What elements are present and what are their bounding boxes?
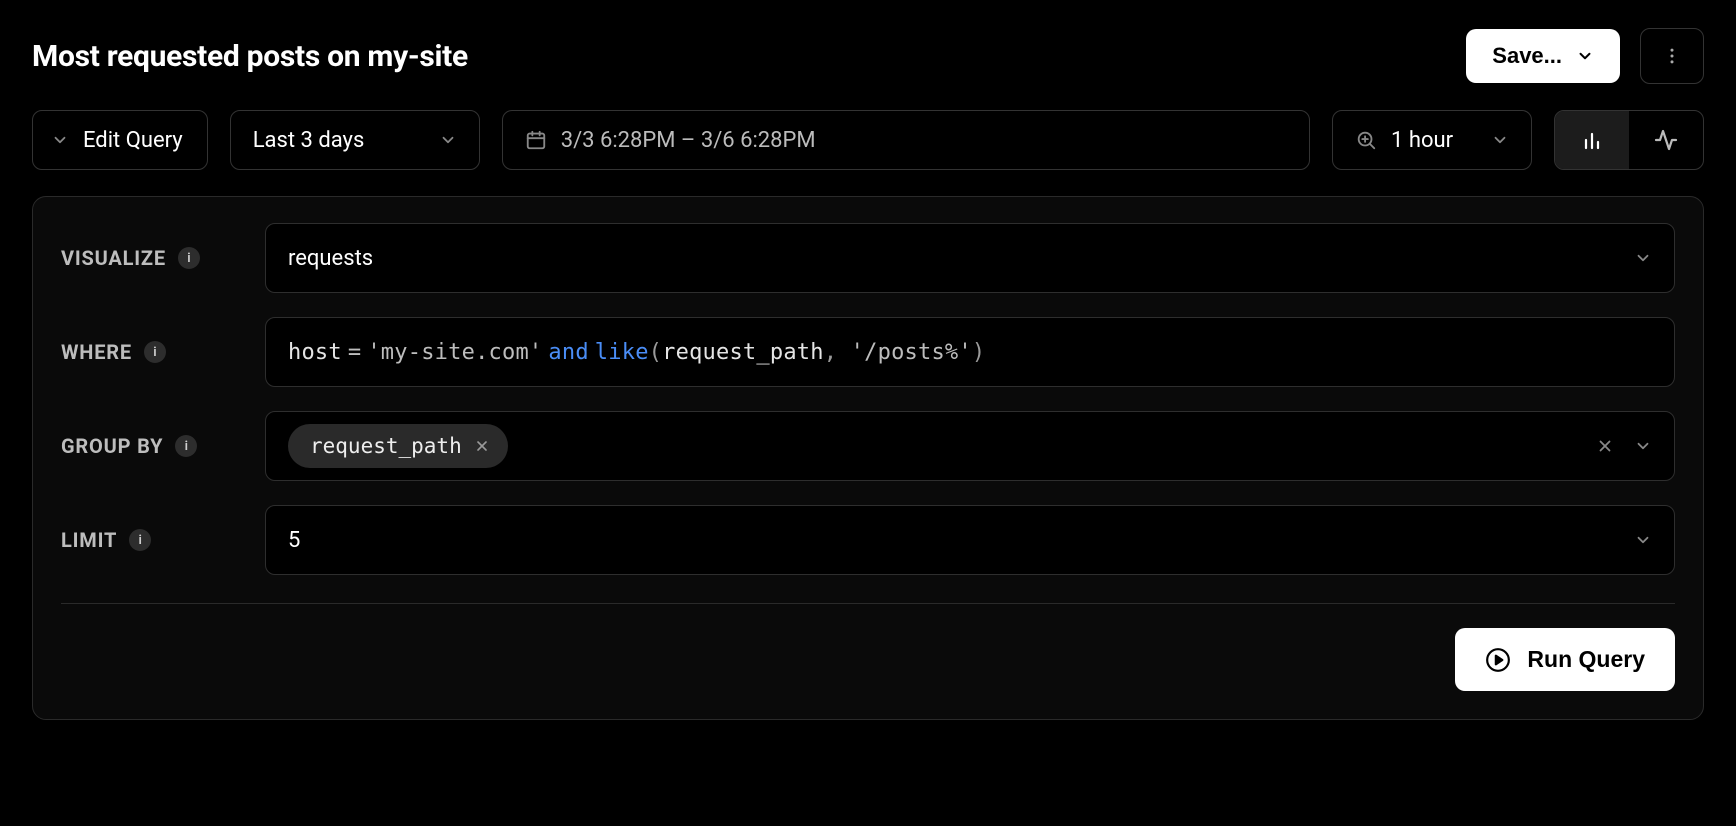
save-button-label: Save... (1492, 43, 1562, 69)
divider (61, 603, 1675, 604)
time-range-select[interactable]: Last 3 days (230, 110, 480, 170)
chevron-down-icon (1634, 249, 1652, 267)
info-icon[interactable]: i (144, 341, 166, 363)
chevron-down-icon (439, 131, 457, 149)
time-range-value: Last 3 days (253, 128, 365, 153)
chip-remove-icon[interactable] (474, 438, 490, 454)
info-icon[interactable]: i (178, 247, 200, 269)
edit-query-label: Edit Query (83, 128, 183, 153)
clear-icon[interactable] (1596, 437, 1614, 455)
zoom-in-icon (1355, 129, 1377, 151)
chevron-down-icon (1576, 47, 1594, 65)
interval-value: 1 hour (1391, 128, 1453, 153)
info-icon[interactable]: i (175, 435, 197, 457)
edit-query-toggle[interactable]: Edit Query (32, 110, 208, 170)
date-range-picker[interactable]: 3/3 6:28PM – 3/6 6:28PM (502, 110, 1310, 170)
where-token: 'my-site.com' (367, 340, 542, 365)
play-circle-icon (1485, 647, 1511, 673)
group-by-label: GROUP BY (61, 434, 163, 458)
where-token: ) (972, 340, 985, 365)
where-token: , (824, 340, 837, 365)
more-menu-button[interactable] (1640, 28, 1704, 84)
interval-select[interactable]: 1 hour (1332, 110, 1532, 170)
chevron-down-icon (51, 131, 69, 149)
where-token: like (595, 340, 649, 365)
where-token: host (288, 340, 342, 365)
where-label: WHERE (61, 340, 132, 364)
save-button[interactable]: Save... (1466, 29, 1620, 83)
limit-label: LIMIT (61, 528, 117, 552)
info-icon[interactable]: i (129, 529, 151, 551)
limit-value: 5 (288, 528, 300, 553)
date-range-value: 3/3 6:28PM – 3/6 6:28PM (561, 128, 816, 153)
chart-type-line[interactable] (1629, 111, 1703, 169)
run-query-button[interactable]: Run Query (1455, 628, 1675, 691)
group-by-chip-label: request_path (310, 434, 462, 458)
where-input[interactable]: host = 'my-site.com' and like(request_pa… (265, 317, 1675, 387)
where-token: '/posts%' (851, 340, 972, 365)
limit-select[interactable]: 5 (265, 505, 1675, 575)
more-vertical-icon (1662, 46, 1682, 66)
chart-type-toggle (1554, 110, 1704, 170)
where-token: ( (649, 340, 662, 365)
where-token: request_path (662, 340, 824, 365)
chevron-down-icon (1634, 437, 1652, 455)
chart-type-bar[interactable] (1555, 111, 1629, 169)
visualize-select[interactable]: requests (265, 223, 1675, 293)
group-by-chip[interactable]: request_path (288, 424, 508, 468)
chevron-down-icon (1634, 531, 1652, 549)
page-title: Most requested posts on my-site (32, 39, 468, 74)
visualize-value: requests (288, 246, 373, 271)
where-token: and (542, 340, 594, 365)
chevron-down-icon (1491, 131, 1509, 149)
query-panel: VISUALIZE i requests WHERE i host = 'my-… (32, 196, 1704, 720)
bar-chart-icon (1580, 128, 1604, 152)
activity-icon (1654, 128, 1678, 152)
where-token: = (342, 340, 367, 365)
calendar-icon (525, 129, 547, 151)
visualize-label: VISUALIZE (61, 246, 166, 270)
run-query-label: Run Query (1527, 646, 1645, 673)
group-by-input[interactable]: request_path (265, 411, 1675, 481)
